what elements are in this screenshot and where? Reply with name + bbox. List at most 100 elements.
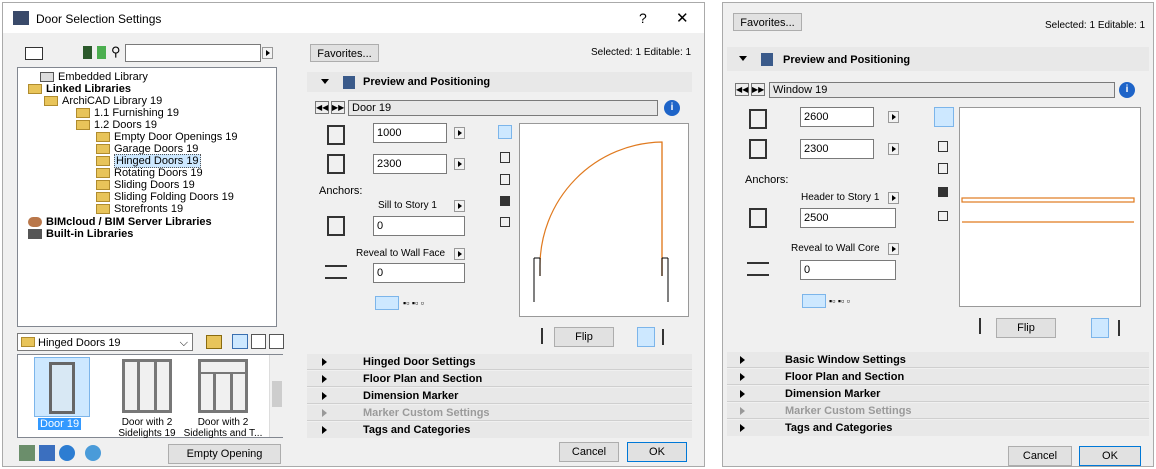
- list-view-icon[interactable]: [269, 334, 284, 349]
- tree-item-builtin[interactable]: Built-in Libraries: [28, 228, 133, 240]
- anchor1-menu-button[interactable]: [454, 200, 465, 212]
- info-icon[interactable]: i: [1119, 82, 1135, 98]
- anchor2-input[interactable]: 0: [800, 260, 896, 280]
- anchor1-input[interactable]: 0: [373, 216, 465, 236]
- side-view-icon[interactable]: [500, 174, 510, 185]
- anchor2-input[interactable]: 0: [373, 263, 465, 283]
- favorites-button[interactable]: Favorites...: [310, 44, 379, 62]
- mirror-icon: [959, 318, 981, 334]
- 3d-view-icon[interactable]: [938, 187, 948, 197]
- tree-item-archicad[interactable]: ArchiCAD Library 19: [44, 95, 162, 107]
- door-plan-drawing: [533, 141, 669, 302]
- object-name-field[interactable]: Window 19: [769, 82, 1115, 98]
- ok-button[interactable]: OK: [627, 442, 687, 462]
- tree-item-furnishing[interactable]: 1.1 Furnishing 19: [76, 107, 179, 119]
- height-input[interactable]: 2300: [800, 139, 874, 159]
- section-view-icon[interactable]: [500, 217, 510, 227]
- tree-item-sliding[interactable]: Sliding Doors 19: [96, 179, 195, 191]
- section-hinged-door-settings[interactable]: Hinged Door Settings: [307, 354, 692, 370]
- anchor-option-icons[interactable]: ▪▫ ▪▫ ▫: [403, 298, 424, 308]
- anchor-options-icon[interactable]: [802, 294, 826, 308]
- thumbnail-scrollbar[interactable]: [269, 355, 283, 437]
- load-library-icon[interactable]: [83, 46, 92, 59]
- section-floor-plan[interactable]: Floor Plan and Section: [727, 369, 1149, 385]
- favorites-button[interactable]: Favorites...: [733, 13, 802, 31]
- info-icon[interactable]: i: [664, 100, 680, 116]
- front-view-icon[interactable]: [938, 141, 948, 152]
- search-dropdown[interactable]: [262, 47, 273, 59]
- height-menu-button[interactable]: [454, 158, 465, 170]
- previous-object-icon[interactable]: ◀◀: [735, 83, 749, 96]
- small-thumbnail-view-icon[interactable]: [251, 334, 266, 349]
- plan-view-icon[interactable]: [498, 125, 512, 139]
- tree-item-rotating[interactable]: Rotating Doors 19: [96, 167, 203, 179]
- help-button[interactable]: ?: [639, 10, 647, 26]
- height-menu-button[interactable]: [888, 143, 899, 155]
- opening-side-left-icon[interactable]: [637, 327, 655, 347]
- flip-button[interactable]: Flip: [996, 318, 1056, 338]
- section-dimension-marker[interactable]: Dimension Marker: [307, 388, 692, 404]
- tree-item-bimcloud[interactable]: BIMcloud / BIM Server Libraries: [28, 216, 212, 228]
- tree-item-empty-door[interactable]: Empty Door Openings 19: [96, 131, 238, 143]
- previous-object-icon[interactable]: ◀◀: [315, 101, 329, 114]
- library-manager-icon[interactable]: [97, 46, 106, 59]
- add-object-icon[interactable]: [39, 445, 55, 461]
- front-view-icon[interactable]: [500, 152, 510, 163]
- bimcomponents-icon[interactable]: [85, 445, 101, 461]
- tree-item-linked[interactable]: Linked Libraries: [28, 83, 131, 95]
- next-object-icon[interactable]: ▶▶: [751, 83, 765, 96]
- search-input[interactable]: [125, 44, 261, 62]
- thumbnail-door-2-sidelights[interactable]: Door with 2 Sidelights 19: [112, 357, 182, 439]
- empty-opening-button[interactable]: Empty Opening: [168, 444, 281, 464]
- width-menu-button[interactable]: [888, 111, 899, 123]
- anchor-option-icons[interactable]: ▪▫ ▪▫ ▫: [829, 296, 850, 306]
- folder-icon: [96, 168, 110, 178]
- expand-icon: [322, 426, 327, 434]
- ok-button[interactable]: OK: [1079, 446, 1141, 466]
- section-tags-categories[interactable]: Tags and Categories: [307, 422, 692, 438]
- folder-up-icon[interactable]: [206, 335, 222, 349]
- view-mode-icon[interactable]: [25, 47, 43, 60]
- anchor1-input[interactable]: 2500: [800, 208, 896, 228]
- folder-select[interactable]: Hinged Doors 19 ⌵: [17, 333, 193, 351]
- search-icon[interactable]: ⚲: [111, 44, 121, 60]
- width-input[interactable]: 2600: [800, 107, 874, 127]
- tree-item-embedded[interactable]: Embedded Library: [40, 71, 148, 83]
- height-input[interactable]: 2300: [373, 154, 447, 174]
- section-tags-categories[interactable]: Tags and Categories: [727, 420, 1149, 436]
- width-menu-button[interactable]: [454, 127, 465, 139]
- opening-side-left-icon[interactable]: [1091, 318, 1109, 338]
- 3d-view-icon[interactable]: [500, 196, 510, 206]
- large-thumbnail-view-icon[interactable]: [232, 334, 248, 349]
- opening-side-right-icon[interactable]: [662, 329, 676, 345]
- opening-side-right-icon[interactable]: [1118, 320, 1132, 336]
- side-view-icon[interactable]: [938, 163, 948, 174]
- close-button[interactable]: ✕: [676, 9, 689, 27]
- thumbnail-door-2-sidelights-transom[interactable]: Door with 2 Sidelights and T...: [182, 357, 264, 439]
- section-dimension-marker[interactable]: Dimension Marker: [727, 386, 1149, 402]
- anchor-options-icon[interactable]: [375, 296, 399, 310]
- object-name-field[interactable]: Door 19: [348, 100, 658, 116]
- section-basic-window-settings[interactable]: Basic Window Settings: [727, 352, 1149, 368]
- chevron-down-icon: ⌵: [179, 337, 188, 349]
- section-preview-positioning[interactable]: Preview and Positioning: [307, 72, 692, 92]
- cancel-button[interactable]: Cancel: [1008, 446, 1072, 466]
- tree-item-sliding-folding[interactable]: Sliding Folding Doors 19: [96, 191, 234, 203]
- tree-item-doors[interactable]: 1.2 Doors 19: [76, 119, 157, 131]
- section-preview-positioning[interactable]: Preview and Positioning: [727, 47, 1149, 71]
- section-floor-plan[interactable]: Floor Plan and Section: [307, 371, 692, 387]
- anchor2-menu-button[interactable]: [888, 243, 899, 255]
- anchor2-menu-button[interactable]: [454, 248, 465, 260]
- flip-button[interactable]: Flip: [554, 327, 614, 347]
- cancel-button[interactable]: Cancel: [559, 442, 619, 462]
- width-input[interactable]: 1000: [373, 123, 447, 143]
- plan-view-icon[interactable]: [934, 107, 954, 127]
- thumbnail-door-19[interactable]: Door 19: [34, 357, 92, 431]
- tree-item-hinged[interactable]: Hinged Doors 19: [96, 154, 201, 168]
- anchor1-menu-button[interactable]: [888, 192, 899, 204]
- tree-item-storefronts[interactable]: Storefronts 19: [96, 203, 183, 215]
- gear-icon[interactable]: [19, 445, 35, 461]
- next-object-icon[interactable]: ▶▶: [331, 101, 345, 114]
- globe-icon[interactable]: [59, 445, 75, 461]
- section-view-icon[interactable]: [938, 211, 948, 221]
